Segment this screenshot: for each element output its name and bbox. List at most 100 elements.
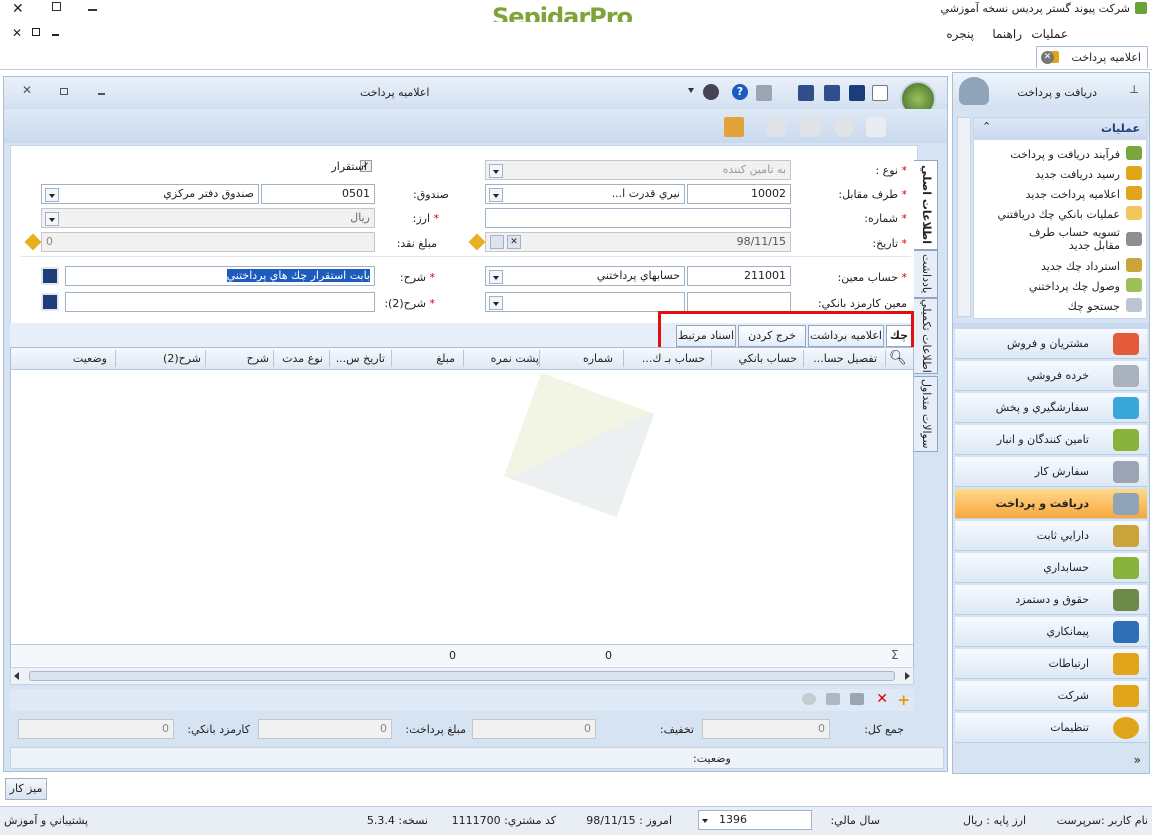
mdi-restore-icon[interactable] — [32, 28, 40, 36]
nav-suppliers[interactable]: تامين كنندگان و انبار — [955, 425, 1147, 455]
col-due-date[interactable]: تاريخ س... — [336, 352, 385, 365]
minimize-icon[interactable] — [88, 9, 97, 11]
tab-close-icon[interactable]: ✕ — [1041, 51, 1054, 64]
desc-input[interactable]: بابت استقرار چك هاي پرداختني — [65, 266, 375, 286]
account-name-select[interactable]: حسابهاي پرداختني — [485, 266, 685, 286]
ops-item-new-receipt[interactable]: رسيد دريافت جديد — [1035, 168, 1120, 181]
number-input[interactable] — [485, 208, 791, 228]
currency-dropdown-icon[interactable] — [45, 212, 59, 226]
options-dropdown-icon[interactable] — [688, 88, 694, 93]
fiscal-dropdown-icon[interactable] — [702, 819, 708, 823]
save-new-icon[interactable] — [824, 85, 840, 101]
ops-item-new-payment[interactable]: اعلاميه پرداخت جديد — [1026, 188, 1120, 201]
save-close-icon[interactable] — [798, 85, 814, 101]
collapse-icon[interactable]: ⌃ — [982, 120, 991, 133]
desktop-button[interactable]: ميز كار — [5, 778, 47, 800]
back-icon[interactable] — [766, 117, 786, 137]
bank-fee-code-input[interactable] — [687, 292, 791, 312]
desc-save-icon[interactable] — [41, 267, 59, 285]
compass-icon[interactable] — [703, 84, 719, 100]
tab-payment-notice[interactable]: اعلاميه پرداخت ✕ — [1036, 46, 1148, 68]
print-icon[interactable] — [756, 85, 772, 101]
nav-work-orders[interactable]: سفارش كار — [955, 457, 1147, 487]
ops-item-process[interactable]: فرآيند دريافت و پرداخت — [1010, 148, 1120, 161]
save-icon[interactable] — [849, 85, 865, 101]
nav-orders[interactable]: سفارشگيري و پخش — [955, 393, 1147, 423]
clear-date-icon[interactable]: ✕ — [507, 235, 521, 249]
col-desc[interactable]: شرح — [247, 352, 269, 365]
vtab-main-info[interactable]: اطلاعات اصلي — [914, 160, 938, 250]
type-select[interactable]: به تامين كننده — [485, 160, 791, 180]
party-dropdown-icon[interactable] — [489, 188, 503, 202]
cash-input[interactable]: 0 — [41, 232, 375, 252]
grid-settings-icon[interactable] — [802, 693, 816, 705]
horizontal-scrollbar[interactable] — [10, 667, 914, 685]
ops-item-bank-ops[interactable]: عمليات بانكي چك دريافتني — [997, 208, 1120, 221]
mdi-close-icon[interactable]: ✕ — [12, 26, 22, 40]
help-icon[interactable]: ? — [732, 84, 748, 100]
nav-contracting[interactable]: پيمانكاري — [955, 617, 1147, 647]
fund-dropdown-icon[interactable] — [45, 188, 59, 202]
fund-name-select[interactable]: صندوق دفتر مرکزي — [41, 184, 259, 204]
type-dropdown-icon[interactable] — [489, 164, 503, 178]
pin-icon[interactable]: ⊥ — [1129, 83, 1139, 96]
ops-item-search-cheque[interactable]: جستجو چك — [1068, 300, 1120, 313]
nav-receive-pay[interactable]: دريافت و پرداخت — [955, 489, 1147, 519]
menu-item-operations[interactable]: عمليات — [1031, 27, 1068, 41]
add-row-icon[interactable]: + — [897, 691, 910, 709]
nav-retail[interactable]: خرده فروشي — [955, 361, 1147, 391]
doc-close-icon[interactable]: ✕ — [22, 83, 32, 97]
col-amount[interactable]: مبلغ — [436, 352, 455, 365]
close-icon[interactable]: ✕ — [12, 1, 24, 17]
desc2-input[interactable] — [65, 292, 375, 312]
party-code-input[interactable]: 10002 — [687, 184, 791, 204]
vtab-extra-info[interactable]: اطلاعات تكميلي — [914, 298, 938, 374]
grid-print-icon[interactable] — [826, 693, 840, 705]
vtab-faq[interactable]: سوالات متداول — [914, 376, 938, 452]
nav-sales[interactable]: مشتريان و فروش — [955, 329, 1147, 359]
grid-send-icon[interactable] — [850, 693, 864, 705]
col-number[interactable]: شماره — [583, 352, 613, 365]
nav-company[interactable]: شركت — [955, 681, 1147, 711]
party-name-select[interactable]: نيري قدرت ا... — [485, 184, 685, 204]
currency-select[interactable]: ريال — [41, 208, 375, 228]
scroll-left-icon[interactable] — [14, 672, 19, 680]
delete-icon[interactable] — [834, 117, 854, 137]
ops-item-settlement[interactable]: تسويه حساب طرف مقابل جديد — [1002, 226, 1120, 252]
nav-accounting[interactable]: حسابداري — [955, 553, 1147, 583]
status-support[interactable]: پشتيباني و آموزش — [4, 814, 88, 827]
vtab-notes[interactable]: يادداشت — [914, 250, 938, 298]
scroll-right-icon[interactable] — [905, 672, 910, 680]
nav-communications[interactable]: ارتباطات — [955, 649, 1147, 679]
menu-item-help[interactable]: راهنما — [992, 27, 1022, 41]
nav-payroll[interactable]: حقوق و دستمزد — [955, 585, 1147, 615]
menu-item-window[interactable]: پنجره — [946, 27, 974, 41]
bank-fee-dropdown-icon[interactable] — [489, 296, 503, 310]
fiscal-year-select[interactable]: 1396 — [698, 810, 812, 830]
account-dropdown-icon[interactable] — [489, 270, 503, 284]
delete-row-icon[interactable]: ✕ — [876, 691, 888, 707]
col-desc2[interactable]: شرح(2) — [163, 352, 201, 365]
ops-item-collect-cheque[interactable]: وصول چك پرداختني — [1029, 280, 1120, 293]
restore-icon[interactable] — [52, 2, 61, 11]
grid-search-icon[interactable]: 🔍︎ — [889, 350, 909, 368]
add-doc-icon[interactable] — [866, 117, 886, 137]
bank-fee-name-select[interactable] — [485, 292, 685, 312]
nav-settings[interactable]: تنظيمات — [955, 713, 1147, 743]
col-detail-account[interactable]: تفصيل حسا... — [813, 352, 877, 365]
col-back-number[interactable]: پشت نمره — [491, 352, 539, 365]
desc2-save-icon[interactable] — [41, 293, 59, 311]
doc-minimize-icon[interactable] — [98, 93, 105, 95]
col-bank-account[interactable]: حساب بانكي — [738, 352, 797, 365]
scroll-thumb[interactable] — [29, 671, 895, 681]
nav-scrollbar[interactable] — [957, 117, 971, 317]
date-input[interactable]: 98/11/15 — [485, 232, 791, 252]
nav-expand-icon[interactable]: » — [1134, 753, 1141, 767]
mdi-minimize-icon[interactable] — [52, 34, 59, 36]
ops-item-return-cheque[interactable]: استرداد چك جديد — [1041, 260, 1120, 273]
account-code-input[interactable]: 211001 — [687, 266, 791, 286]
forward-icon[interactable] — [800, 117, 820, 137]
col-bank-account-2[interactable]: حساب بـ ك... — [642, 352, 705, 365]
nav-fixed-assets[interactable]: دارايي ثابت — [955, 521, 1147, 551]
doc-restore-icon[interactable] — [60, 88, 68, 95]
